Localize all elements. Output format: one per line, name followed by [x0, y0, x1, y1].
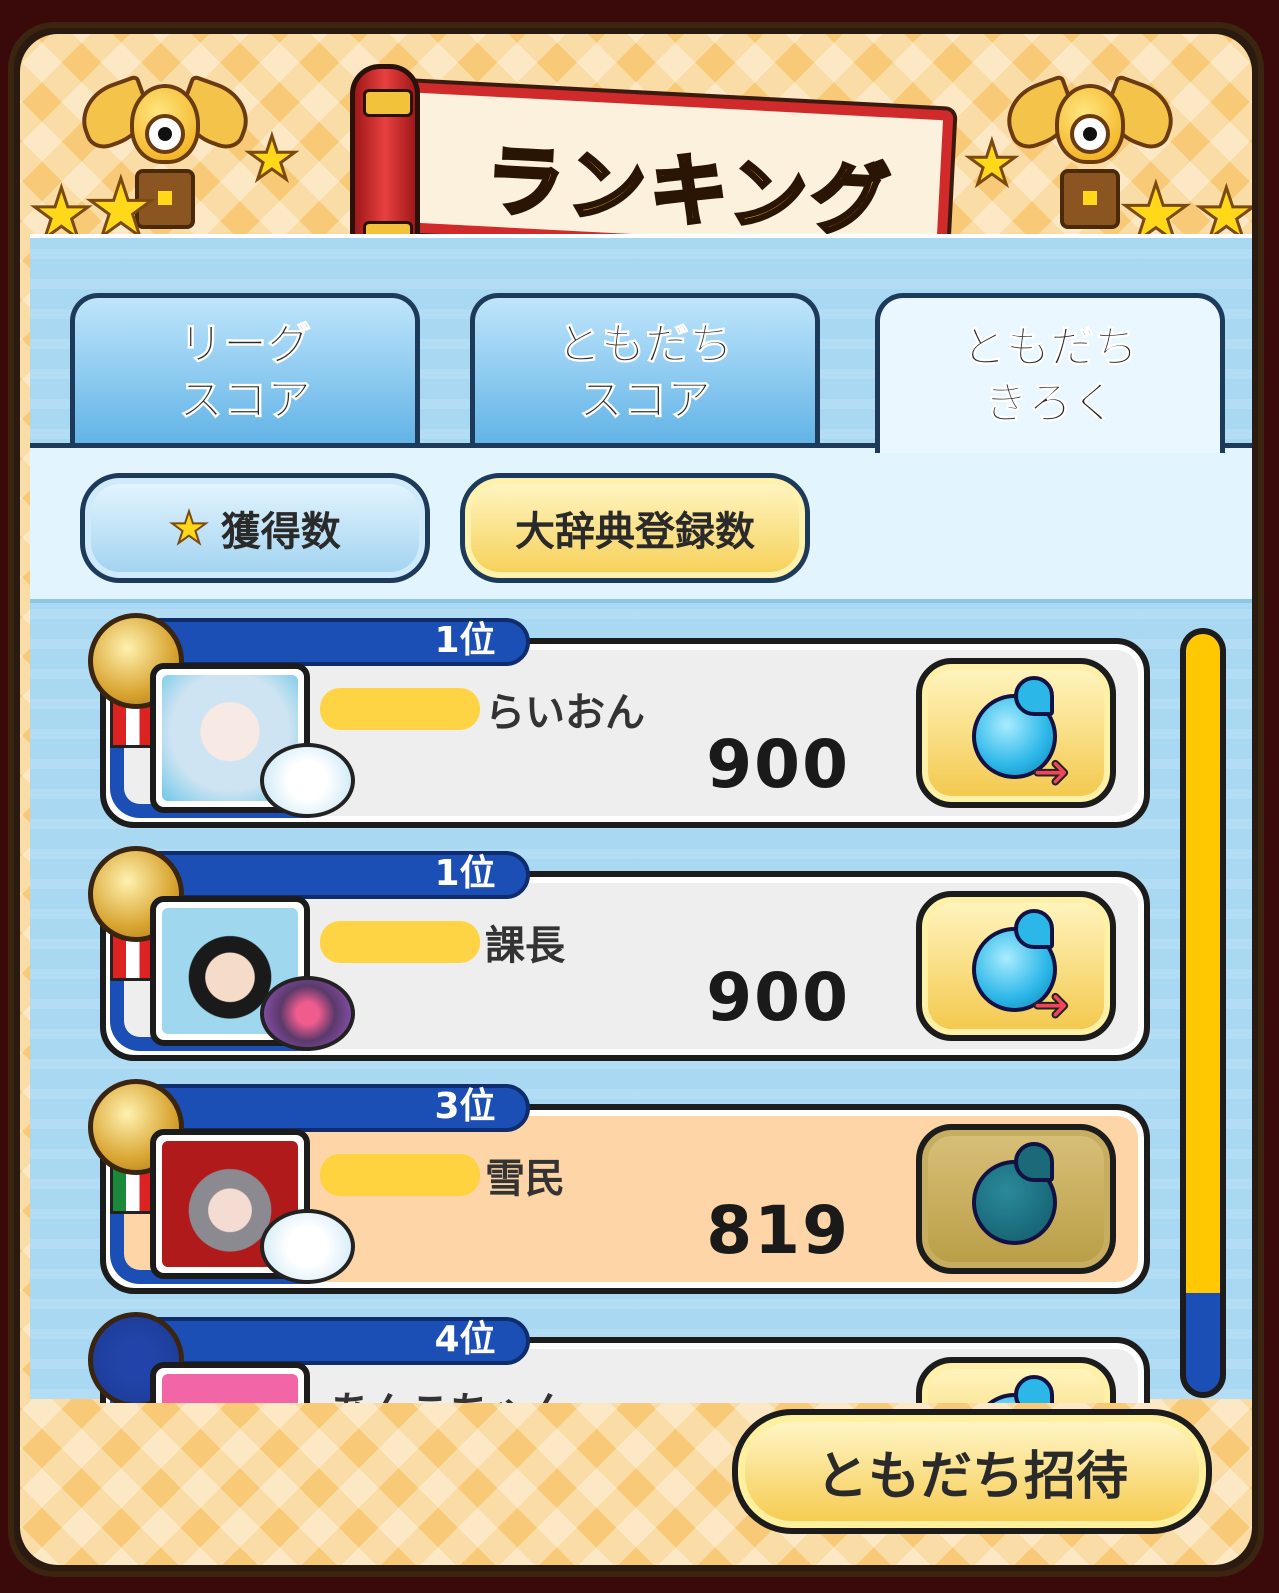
- tab-friend-score[interactable]: ともだち スコア: [470, 293, 820, 448]
- invite-friend-button[interactable]: ともだち招待: [732, 1409, 1212, 1534]
- avatar: [150, 1362, 310, 1403]
- tab-league-score[interactable]: リーグ スコア: [70, 293, 420, 448]
- send-gift-button[interactable]: ➜: [916, 658, 1116, 808]
- player-name: 雪民: [485, 1156, 565, 1202]
- player-score: 900: [706, 726, 850, 803]
- redacted-name: [320, 1154, 480, 1196]
- tab-label: スコア: [579, 375, 712, 427]
- tab-friend-record[interactable]: ともだち きろく: [875, 293, 1225, 453]
- player-score: 819: [706, 1192, 850, 1269]
- invite-friend-label: ともだち招待: [815, 1447, 1128, 1507]
- send-gift-button[interactable]: ➜: [916, 891, 1116, 1041]
- tab-label: きろく: [984, 377, 1117, 429]
- redacted-name: [320, 921, 480, 963]
- player-name: 課長: [485, 923, 565, 969]
- star-icon: ★: [168, 502, 209, 555]
- filter-obtained-label: 獲得数: [220, 509, 341, 555]
- content-area: リーグ スコア ともだち スコア ともだち きろく ★ 獲得数 大辞典登録数 1…: [30, 234, 1252, 1403]
- star-icon: ★: [244, 124, 301, 194]
- redacted-name: [320, 688, 480, 730]
- tab-label: ともだち: [962, 321, 1139, 373]
- tab-label: ともだち: [557, 319, 734, 371]
- rank-label: 3位: [434, 1086, 496, 1127]
- send-gift-button: [916, 1124, 1116, 1274]
- player-name: らいおん: [485, 690, 645, 736]
- ranking-row: 1位 らいおん 900 ➜: [88, 613, 1150, 828]
- send-arrow-icon: ➜: [1031, 743, 1072, 799]
- window-background: ★ ★ ★ ★ ★ ★ ランキング リーグ スコア ともだち スコア ともだち: [20, 34, 1252, 1565]
- tab-label: スコア: [179, 375, 312, 427]
- filter-obtained-button[interactable]: ★ 獲得数: [80, 473, 430, 583]
- rank-label: 4位: [434, 1319, 496, 1360]
- yokai-icon: [260, 1209, 355, 1284]
- send-gift-button[interactable]: [916, 1357, 1116, 1403]
- ranking-row: 1位 課長 900 ➜: [88, 846, 1150, 1061]
- rank-label: 1位: [434, 853, 496, 894]
- player-name: あんこちゃん: [330, 1379, 570, 1403]
- ranking-row: 4位 あんこちゃん: [88, 1312, 1150, 1403]
- filter-encyclopedia-label: 大辞典登録数: [515, 509, 755, 555]
- scrollbar-thumb[interactable]: [1186, 634, 1220, 1294]
- ranking-list[interactable]: 1位 らいおん 900 ➜ 1位 課長 900 ➜ 3位 雪民 819 4位: [30, 608, 1180, 1403]
- star-icon: ★: [964, 129, 1021, 199]
- scrollbar[interactable]: [1180, 628, 1226, 1398]
- rank-label: 1位: [434, 620, 496, 661]
- tab-label: リーグ: [179, 319, 312, 371]
- player-score: 900: [706, 959, 850, 1036]
- yokai-icon: [260, 976, 355, 1051]
- title-banner: ランキング: [350, 64, 960, 274]
- yokai-icon: [260, 743, 355, 818]
- ranking-row-self: 3位 雪民 819: [88, 1079, 1150, 1294]
- send-arrow-icon: ➜: [1031, 976, 1072, 1032]
- filter-encyclopedia-button[interactable]: 大辞典登録数: [460, 473, 810, 583]
- ranking-window: ★ ★ ★ ★ ★ ★ ランキング リーグ スコア ともだち スコア ともだち: [8, 22, 1264, 1577]
